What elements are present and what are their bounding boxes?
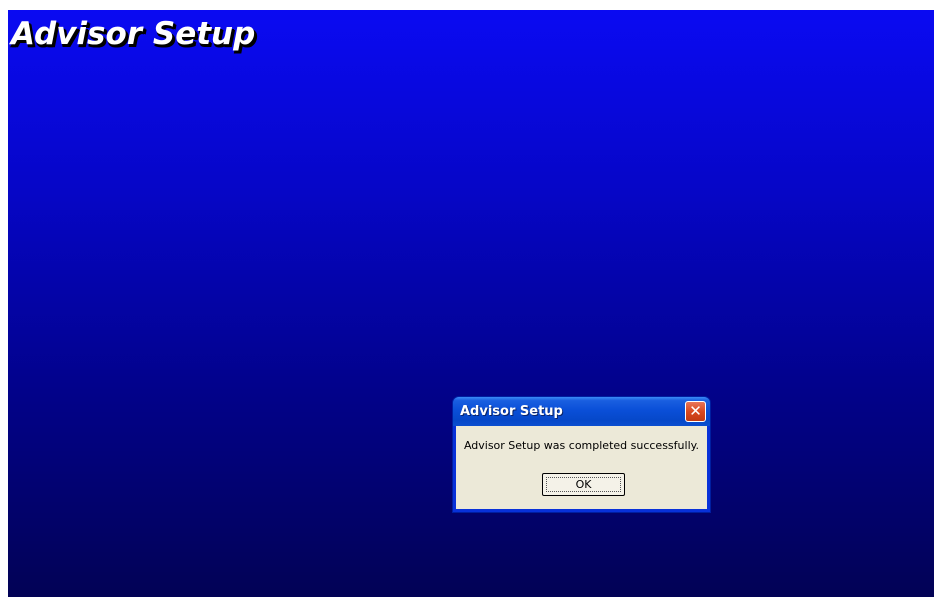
close-button[interactable]: ✕	[685, 401, 706, 422]
close-icon: ✕	[689, 402, 702, 420]
dialog-title: Advisor Setup	[460, 404, 563, 419]
ok-button[interactable]: OK	[542, 473, 625, 496]
dialog-titlebar[interactable]: Advisor Setup ✕	[453, 397, 710, 426]
dialog-body: Advisor Setup was completed successfully…	[456, 426, 707, 509]
dialog-message: Advisor Setup was completed successfully…	[463, 439, 700, 452]
setup-background: Advisor Setup Advisor Setup ✕ Advisor Se…	[8, 10, 934, 597]
setup-title: Advisor Setup	[11, 16, 256, 52]
focus-ring	[546, 477, 621, 492]
message-dialog: Advisor Setup ✕ Advisor Setup was comple…	[452, 396, 711, 513]
